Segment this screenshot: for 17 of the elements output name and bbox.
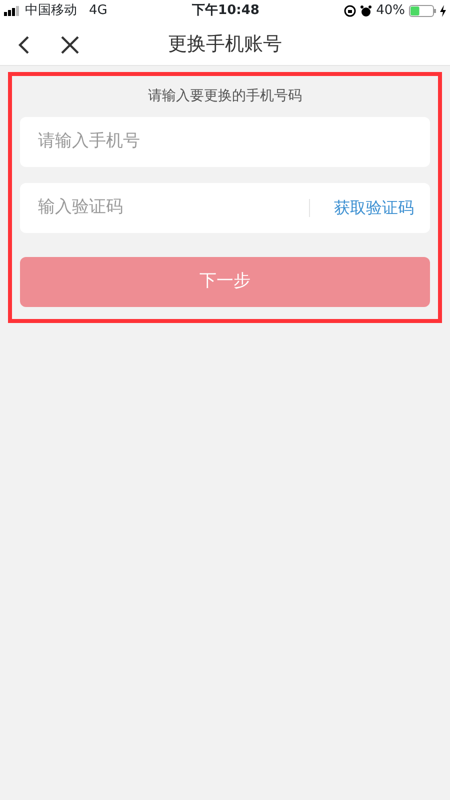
battery-icon: [409, 5, 436, 17]
clock-time: 下午10:48: [191, 2, 260, 20]
phone-input[interactable]: 请输入手机号: [36, 128, 414, 156]
page-title: 更换手机账号: [168, 32, 282, 57]
get-code-link[interactable]: 获取验证码: [309, 199, 414, 217]
prompt-text: 请输入要更换的手机号码: [147, 87, 303, 106]
rotation-lock-icon: [344, 5, 356, 17]
phone-field[interactable]: 请输入手机号: [20, 117, 430, 167]
code-field[interactable]: 输入验证码 获取验证码: [20, 183, 430, 233]
back-icon[interactable]: [18, 35, 30, 55]
carrier-name: 中国移动: [25, 2, 77, 20]
battery-percent: 40%: [376, 2, 405, 20]
close-icon[interactable]: [61, 36, 79, 54]
alarm-icon: [360, 5, 372, 17]
network-type: 4G: [89, 2, 108, 20]
code-input[interactable]: 输入验证码: [36, 194, 309, 222]
signal-icon: [4, 6, 21, 16]
